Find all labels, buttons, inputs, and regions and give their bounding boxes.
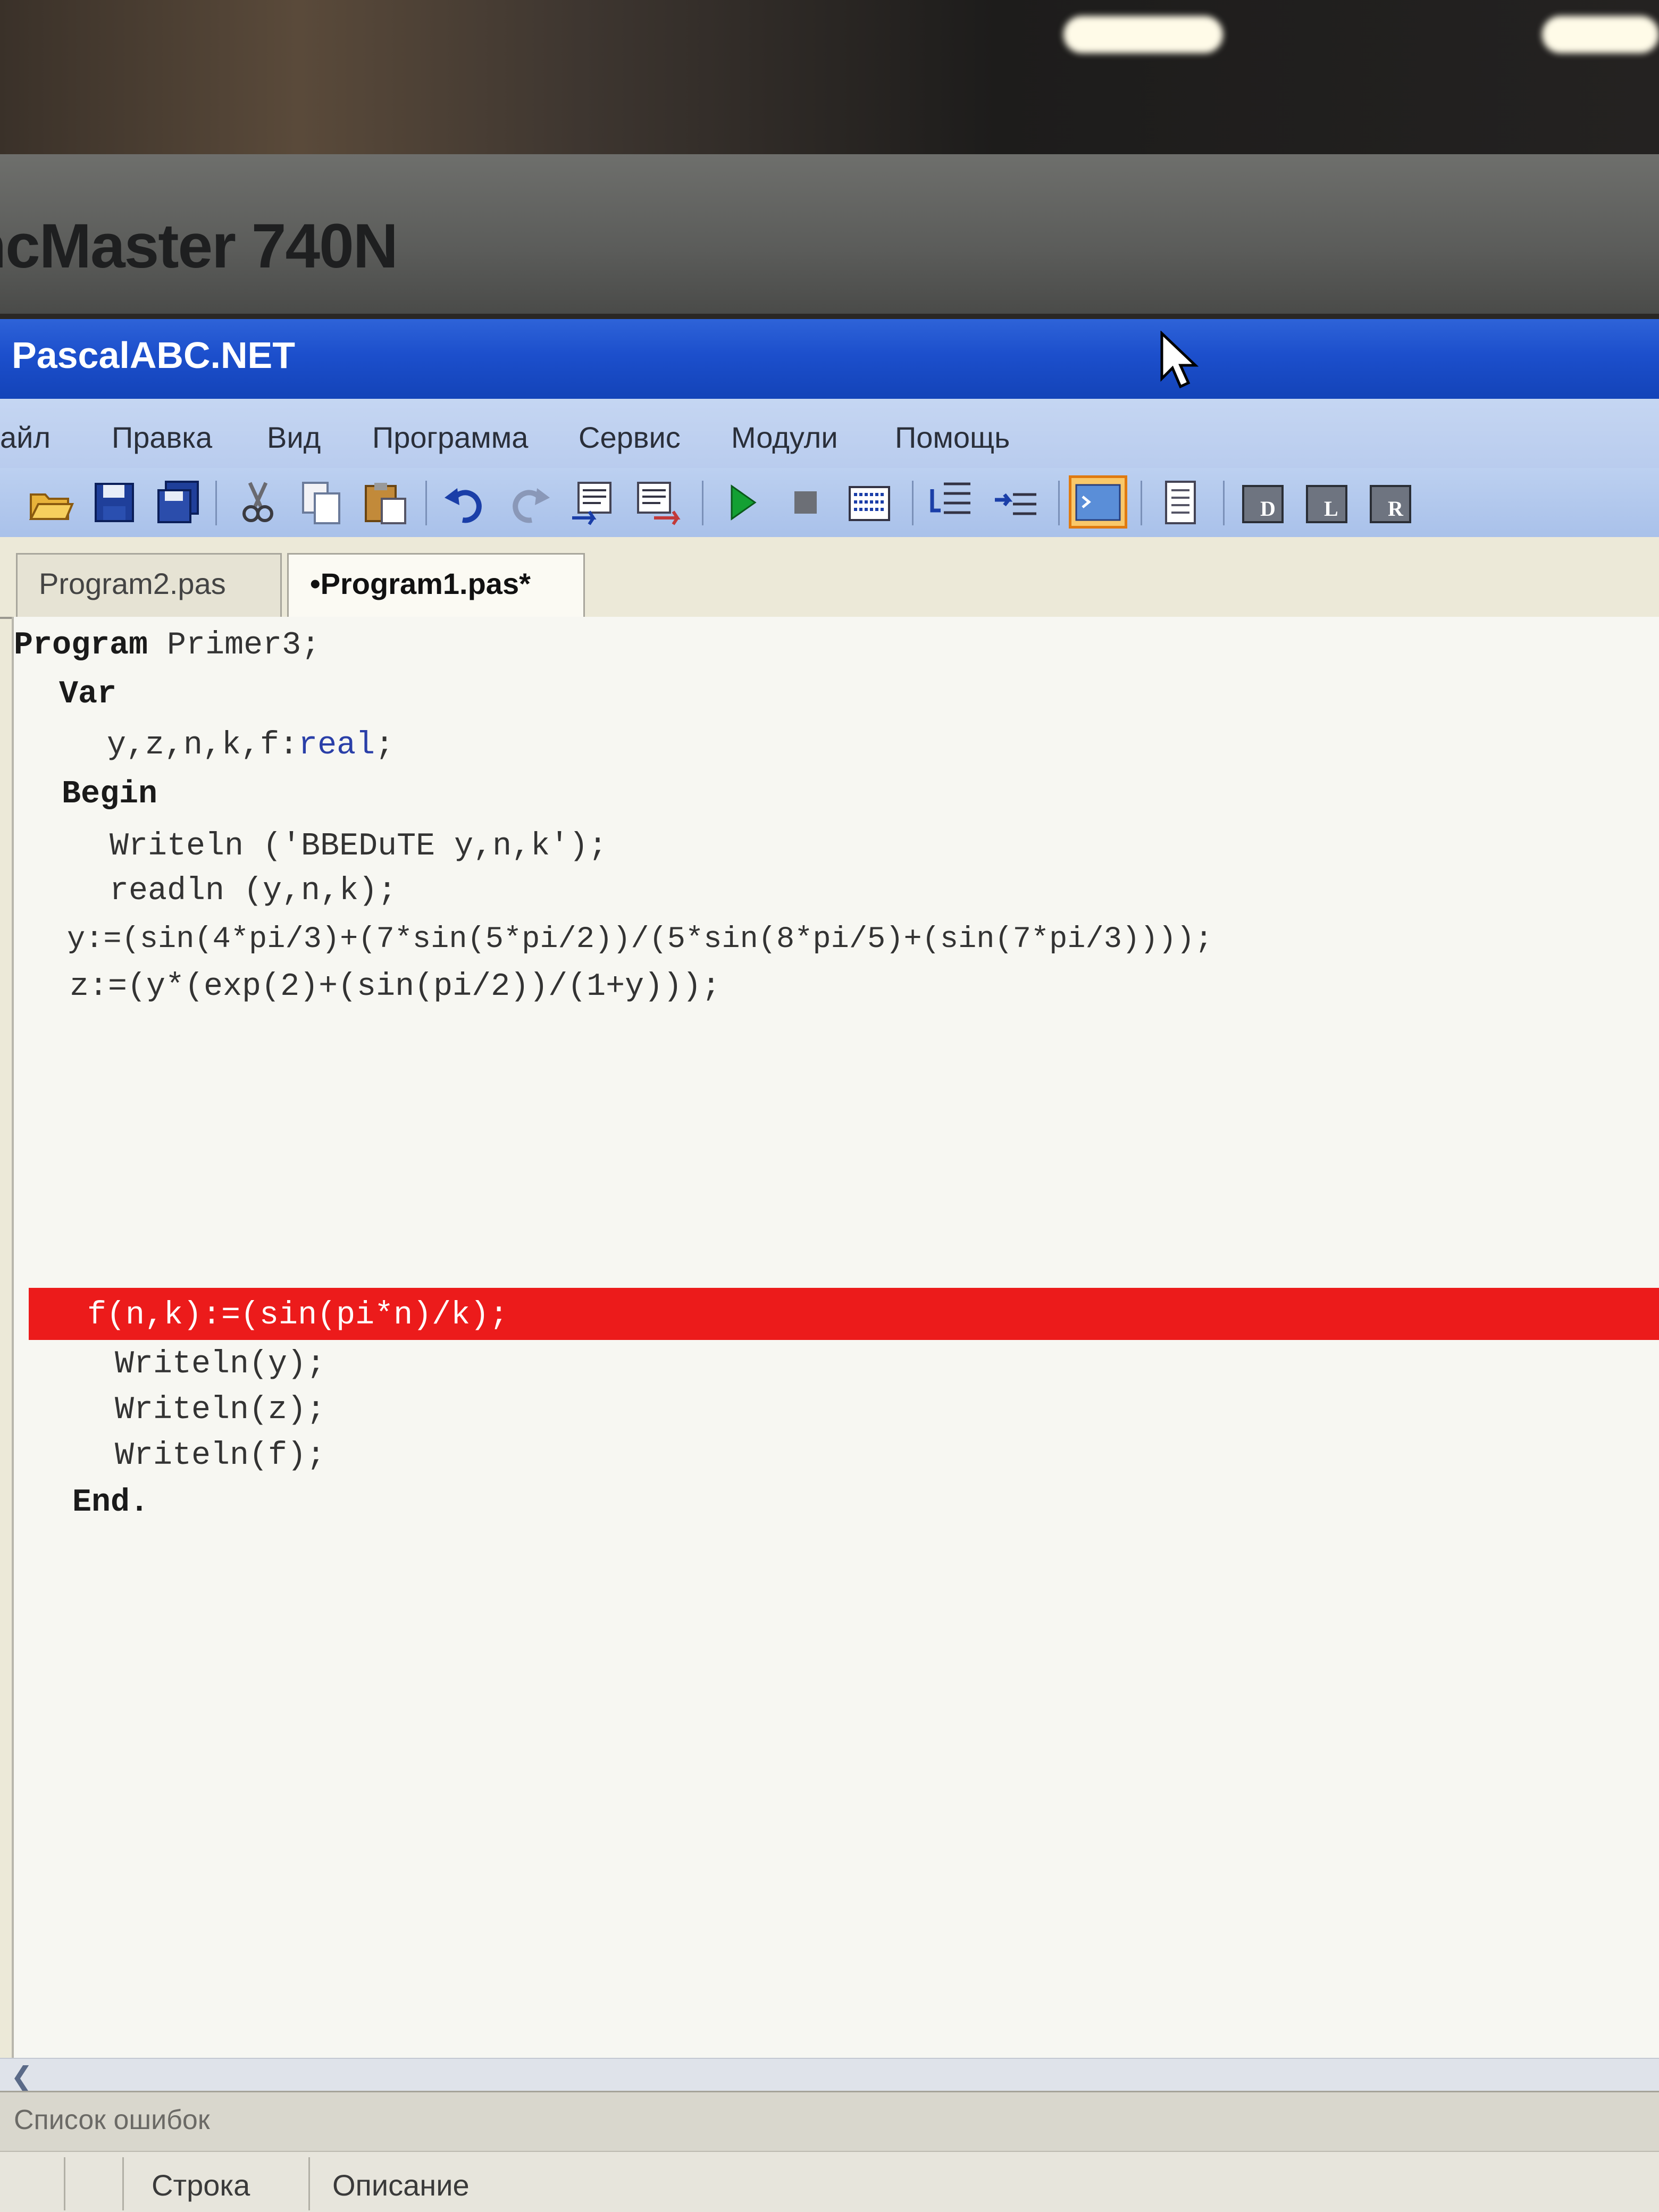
code-line: readln (y,n,k); [110, 873, 397, 909]
code-editor[interactable]: f(n,k):=(sin(pi*n)/k); Program Primer3; … [12, 617, 1659, 2058]
column-divider [122, 2157, 124, 2210]
form-d-icon[interactable]: D [1239, 479, 1287, 526]
toolbar-separator [425, 481, 427, 525]
screen: PascalABC.NET айл Правка Вид Программа С… [0, 319, 1659, 2212]
code-line: Writeln(z); [115, 1392, 326, 1428]
stop-icon[interactable] [782, 479, 830, 526]
ceiling-light [1542, 16, 1659, 53]
code-line: y,z,n,k,f:real; [107, 727, 394, 764]
monitor-brand: ncMaster 740N [0, 211, 398, 281]
program-name: Primer3; [148, 627, 321, 664]
ceiling-light [1063, 16, 1223, 53]
save-all-icon[interactable] [154, 479, 202, 526]
toolbar: D L R [0, 468, 1659, 539]
code-line: Program Primer3; [14, 627, 320, 664]
menu-program[interactable]: Программа [372, 420, 528, 455]
copy-icon[interactable] [298, 479, 346, 526]
scroll-left-icon[interactable]: ❮ [11, 2061, 33, 2092]
code-line: Writeln ('BBEDuTE y,n,k'); [110, 828, 608, 865]
menu-service[interactable]: Сервис [579, 420, 681, 455]
properties-icon[interactable] [1157, 479, 1204, 526]
tab-bar: Program2.pas •Program1.pas* [0, 537, 1659, 619]
code-line-error: f(n,k):=(sin(pi*n)/k); [87, 1297, 509, 1334]
statement-end: ; [375, 727, 395, 764]
column-divider [308, 2157, 310, 2210]
form-r-icon[interactable]: R [1367, 479, 1414, 526]
open-icon[interactable] [27, 479, 74, 526]
var-list: y,z,n,k,f: [107, 727, 299, 764]
code-line: Writeln(f); [115, 1438, 326, 1474]
monitor-bezel: ncMaster 740N [0, 154, 1659, 473]
paste-icon[interactable] [362, 479, 409, 526]
menu-bar: айл Правка Вид Программа Сервис Модули П… [0, 399, 1659, 468]
toolbar-separator [912, 481, 914, 525]
toolbar-separator [702, 481, 703, 525]
svg-text:L: L [1324, 497, 1338, 521]
output-window-icon[interactable] [1069, 475, 1127, 529]
code-line: Writeln(y); [115, 1346, 326, 1382]
column-description[interactable]: Описание [332, 2168, 470, 2202]
horizontal-scrollbar[interactable]: ❮ [0, 2058, 1659, 2092]
window-title: PascalABC.NET [12, 334, 295, 376]
type-real: real [298, 727, 375, 764]
error-highlight-line: f(n,k):=(sin(pi*n)/k); [29, 1288, 1659, 1340]
keyword-program: Program [14, 627, 148, 664]
menu-edit[interactable]: Правка [112, 420, 212, 455]
code-line: z:=(y*(exp(2)+(sin(pi/2))/(1+y))); [70, 969, 721, 1005]
tab-program1[interactable]: •Program1.pas* [287, 553, 585, 617]
menu-help[interactable]: Помощь [895, 420, 1010, 455]
debug-icon[interactable] [845, 479, 893, 526]
room-background [0, 0, 1659, 160]
keyword-end: End. [72, 1485, 149, 1521]
menu-file[interactable]: айл [0, 420, 51, 455]
error-list-panel: Список ошибок Строка Описание [0, 2091, 1659, 2212]
comment-icon[interactable] [569, 479, 617, 526]
cut-icon[interactable] [234, 479, 282, 526]
keyword-begin: Begin [62, 776, 158, 812]
toolbar-separator [1223, 481, 1225, 525]
run-icon[interactable] [718, 479, 766, 526]
uncomment-icon[interactable] [633, 479, 681, 526]
step-into-icon[interactable] [928, 479, 976, 526]
menu-modules[interactable]: Модули [731, 420, 838, 455]
svg-text:D: D [1260, 497, 1276, 521]
toolbar-separator [1058, 481, 1060, 525]
toolbar-separator [215, 481, 217, 525]
svg-text:R: R [1388, 497, 1404, 521]
form-l-icon[interactable]: L [1303, 479, 1351, 526]
keyword-var: Var [59, 676, 117, 713]
error-list-title: Список ошибок [14, 2105, 210, 2135]
code-line: y:=(sin(4*pi/3)+(7*sin(5*pi/2))/(5*sin(8… [67, 923, 1213, 957]
undo-icon[interactable] [441, 479, 489, 526]
save-icon[interactable] [90, 479, 138, 526]
step-over-icon[interactable] [992, 479, 1040, 526]
toolbar-separator [1141, 481, 1142, 525]
redo-icon[interactable] [505, 479, 553, 526]
column-line[interactable]: Строка [152, 2168, 250, 2202]
mouse-cursor-icon [1160, 331, 1199, 389]
menu-view[interactable]: Вид [267, 420, 321, 455]
column-divider [64, 2157, 65, 2210]
error-list-header: Строка Описание [0, 2151, 1659, 2212]
title-bar[interactable]: PascalABC.NET [0, 319, 1659, 399]
tab-program2[interactable]: Program2.pas [16, 553, 282, 617]
